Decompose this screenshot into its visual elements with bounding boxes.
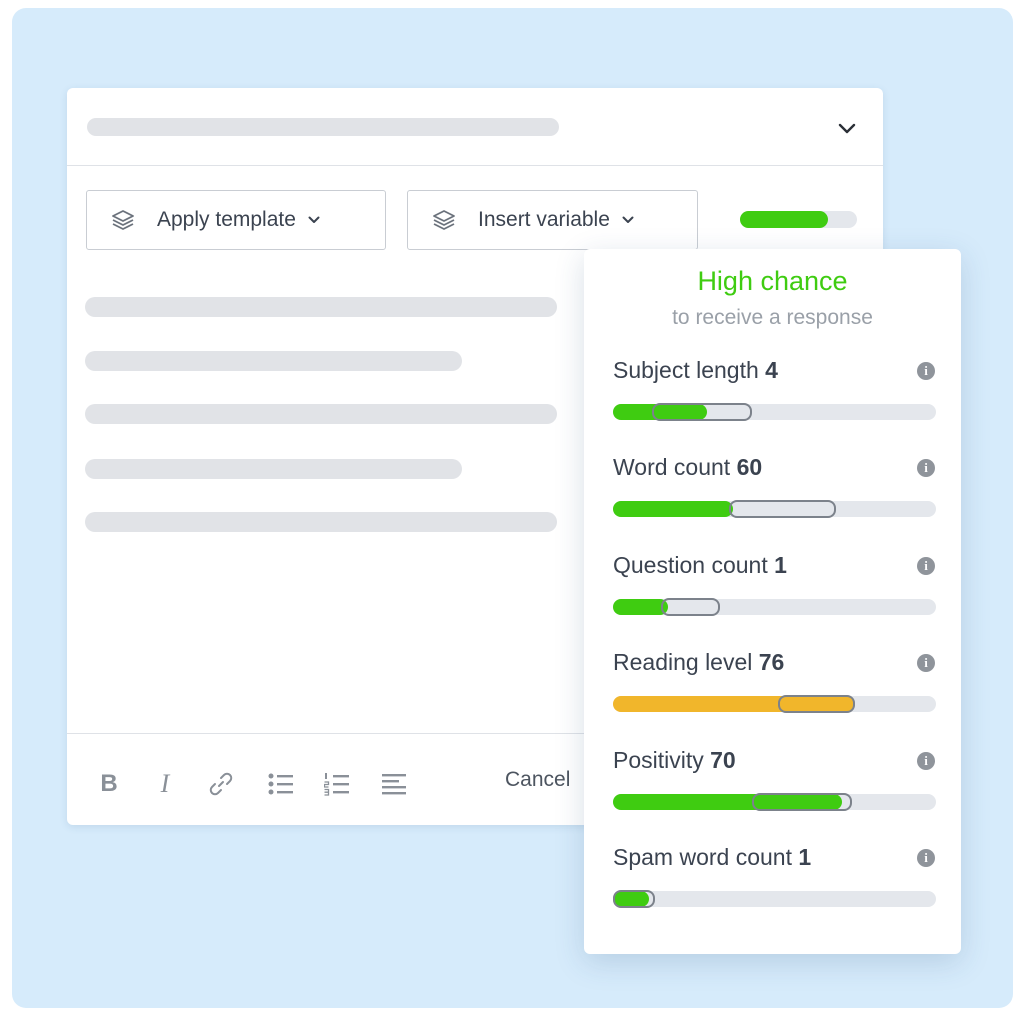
numbered-list-icon[interactable] xyxy=(323,770,351,798)
body-text-placeholder xyxy=(85,459,462,479)
metric-value: 4 xyxy=(765,357,778,383)
insert-variable-button[interactable]: Insert variable xyxy=(407,190,698,250)
metric-subject-length: Subject length 4 i xyxy=(613,357,937,437)
italic-icon[interactable]: I xyxy=(151,769,179,798)
layers-icon xyxy=(112,210,134,230)
bulleted-list-icon[interactable] xyxy=(267,770,295,798)
metric-label: Positivity 70 xyxy=(613,747,736,773)
metric-bar xyxy=(613,890,936,908)
body-text-placeholder xyxy=(85,297,557,317)
metric-reading-level: Reading level 76 i xyxy=(613,649,937,729)
align-left-icon[interactable] xyxy=(380,770,408,798)
metric-value: 1 xyxy=(774,552,787,578)
metric-value: 60 xyxy=(736,454,763,480)
info-icon[interactable]: i xyxy=(917,362,935,380)
metric-word-count: Word count 60 i xyxy=(613,454,937,534)
metric-label: Question count 1 xyxy=(613,552,787,578)
response-score-meter[interactable] xyxy=(740,211,857,228)
recommended-range-marker xyxy=(661,598,720,616)
info-icon[interactable]: i xyxy=(917,459,935,477)
metric-bar xyxy=(613,793,936,811)
caret-down-icon xyxy=(308,216,320,223)
metric-positivity: Positivity 70 i xyxy=(613,747,937,827)
link-icon[interactable] xyxy=(207,770,235,798)
recommended-range-marker xyxy=(751,793,852,811)
response-score-fill xyxy=(740,211,828,228)
apply-template-label: Apply template xyxy=(157,208,296,231)
metric-bar-fill xyxy=(613,599,668,615)
metric-value: 70 xyxy=(710,747,736,773)
metric-bar xyxy=(613,695,936,713)
info-icon[interactable]: i xyxy=(917,752,935,770)
apply-template-button[interactable]: Apply template xyxy=(86,190,386,250)
info-icon[interactable]: i xyxy=(917,654,935,672)
metric-question-count: Question count 1 i xyxy=(613,552,937,632)
metric-value: 1 xyxy=(798,844,812,870)
info-icon[interactable]: i xyxy=(917,557,935,575)
metric-value: 76 xyxy=(758,649,785,675)
metric-label: Spam word count 1 xyxy=(613,844,812,870)
response-prediction-panel: High chance to receive a response Subjec… xyxy=(584,249,961,954)
body-text-placeholder xyxy=(85,351,462,371)
body-text-placeholder xyxy=(85,512,557,532)
metric-bar xyxy=(613,598,936,616)
insert-variable-label: Insert variable xyxy=(478,208,610,231)
metric-bar xyxy=(613,403,936,421)
info-icon[interactable]: i xyxy=(917,849,935,867)
caret-down-icon xyxy=(622,216,634,223)
subject-row xyxy=(67,88,883,166)
metric-bar-fill xyxy=(613,501,733,517)
metric-spam-word-count: Spam word count 1 i xyxy=(613,844,937,924)
chevron-down-icon[interactable] xyxy=(835,116,859,140)
prediction-subtitle: to receive a response xyxy=(672,306,873,329)
metric-label: Reading level 76 xyxy=(613,649,785,675)
subject-placeholder xyxy=(87,118,559,136)
body-text-placeholder xyxy=(85,404,557,424)
recommended-range-marker xyxy=(777,695,856,713)
prediction-title: High chance xyxy=(697,266,848,296)
metric-bar xyxy=(613,500,936,518)
recommended-range-marker xyxy=(651,403,752,421)
cancel-button[interactable]: Cancel xyxy=(505,768,570,792)
bold-icon[interactable]: B xyxy=(95,770,123,798)
recommended-range-marker xyxy=(613,890,655,908)
metric-label: Subject length 4 xyxy=(613,357,778,383)
metric-label: Word count 60 xyxy=(613,454,763,480)
layers-icon xyxy=(433,210,455,230)
recommended-range-marker xyxy=(729,500,836,518)
